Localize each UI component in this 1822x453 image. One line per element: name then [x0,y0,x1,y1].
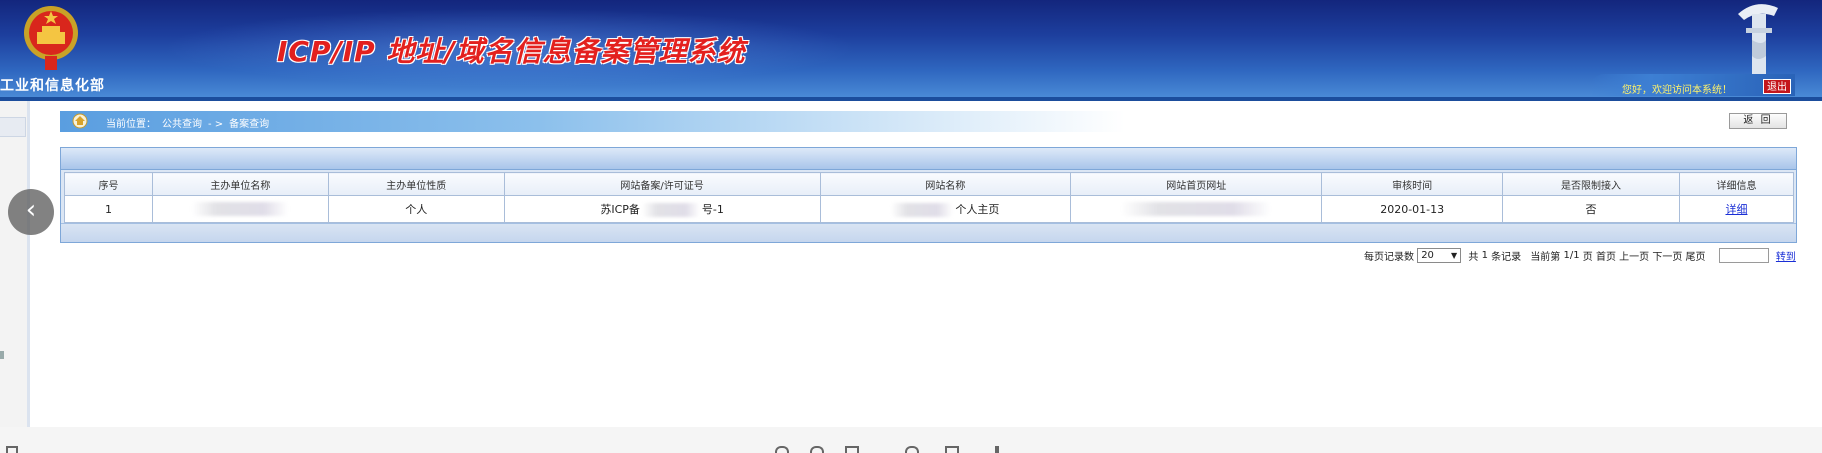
breadcrumb-level1[interactable]: 公共查询 [162,119,202,130]
header-banner: 工业和信息化部 ICP/IP 地址/域名信息备案管理系统 您好，欢迎访问本系统！… [0,0,1822,101]
next-page-link[interactable]: 下一页 [1652,248,1682,263]
detail-link[interactable]: 详细 [1725,203,1747,216]
return-button[interactable]: 返 回 [1729,113,1787,129]
license-prefix: 苏ICP备 [600,203,640,216]
chevron-left-icon[interactable]: ‹ [8,189,54,235]
total-suffix: 条记录 [1491,252,1522,263]
banner-band [0,97,1822,101]
download-icon[interactable] [945,446,959,453]
viewer-toolbar [0,427,1822,453]
jump-page-link[interactable]: 转到 [1776,248,1796,263]
results-table: 序号 主办单位名称 主办单位性质 网站备案/许可证号 网站名称 网站首页网址 审… [64,172,1795,223]
ministry-name: 工业和信息化部 [0,78,105,94]
cell-index: 1 [64,195,153,223]
total-count: 1 [1481,250,1488,261]
results-panel: 序号 主办单位名称 主办单位性质 网站备案/许可证号 网站名称 网站首页网址 审… [60,147,1797,243]
cell-audit-date: 2020-01-13 [1321,195,1504,223]
column-header: 审核时间 [1321,172,1504,196]
column-header: 详细信息 [1678,172,1795,196]
cell-site-name: 个人主页 [819,195,1072,223]
total-prefix: 共 [1468,252,1479,263]
logout-button[interactable]: 退出 [1763,79,1791,94]
national-emblem-icon [24,6,78,70]
last-page-link[interactable]: 尾页 [1686,248,1706,263]
license-suffix: 号-1 [701,203,724,216]
breadcrumb-location-label: 当前位置： [106,119,156,130]
per-page-label: 每页记录数 [1364,252,1414,263]
column-header: 序号 [64,172,153,196]
redacted-text [891,203,954,217]
more-icon[interactable] [995,446,999,453]
breadcrumb-level2: 备案查询 [229,119,270,130]
table-row: 1 个人 苏ICP备 号-1 个人主页 2020-01-13 否 详细 [64,195,1795,223]
panel-footer [61,223,1796,242]
left-frame-tab[interactable] [0,117,26,137]
home-icon [72,113,88,129]
first-page-link[interactable]: 首页 [1596,248,1616,263]
prev-page-link[interactable]: 上一页 [1619,248,1649,263]
cell-restricted: 否 [1502,195,1680,223]
zoom-out-icon[interactable] [775,446,789,453]
system-title: ICP/IP 地址/域名信息备案管理系统 [277,35,746,68]
breadcrumb-separator: - > [208,119,224,130]
per-page-value: 20 [1421,250,1434,261]
cell-organizer-name [151,195,329,223]
table-header-row: 序号 主办单位名称 主办单位性质 网站备案/许可证号 网站名称 网站首页网址 审… [64,172,1795,196]
dropdown-arrow-icon: ▼ [1451,251,1458,260]
redacted-text [641,203,700,217]
breadcrumb: 当前位置： 公共查询 - > 备案查询 [60,111,1125,132]
jump-page-input[interactable] [1718,248,1769,263]
page-position: 1/1 [1563,250,1580,261]
rotate-icon[interactable] [905,446,919,453]
cell-detail: 详细 [1678,195,1795,223]
per-page-select[interactable]: 20 ▼ [1417,248,1462,263]
left-frame [0,101,30,427]
redacted-text [192,202,289,216]
breadcrumb-text: 当前位置： 公共查询 - > 备案查询 [106,115,275,130]
column-header: 网站名称 [819,172,1072,196]
current-page-label: 当前第 [1530,252,1561,263]
column-header: 是否限制接入 [1502,172,1680,196]
site-name-suffix: 个人主页 [955,203,1000,216]
welcome-text: 您好，欢迎访问本系统！ [1622,85,1732,96]
panel-header [61,148,1796,170]
square-icon[interactable] [6,446,18,453]
column-header: 主办单位名称 [151,172,329,196]
fit-page-icon[interactable] [845,446,859,453]
page-unit: 页 [1582,252,1593,263]
column-header: 主办单位性质 [327,172,505,196]
cell-homepage-url [1070,195,1323,223]
redacted-text [1121,202,1272,216]
pagination: 每页记录数 20 ▼ 共 1 条记录 当前第 1/1 页 首页 上一页 下一页 尾… [1364,248,1796,264]
cell-organizer-type: 个人 [327,195,505,223]
zoom-in-icon[interactable] [810,446,824,453]
cell-license-number: 苏ICP备 号-1 [503,195,821,223]
column-header: 网站首页网址 [1070,172,1323,196]
column-header: 网站备案/许可证号 [503,172,821,196]
left-frame-marker [0,351,4,359]
